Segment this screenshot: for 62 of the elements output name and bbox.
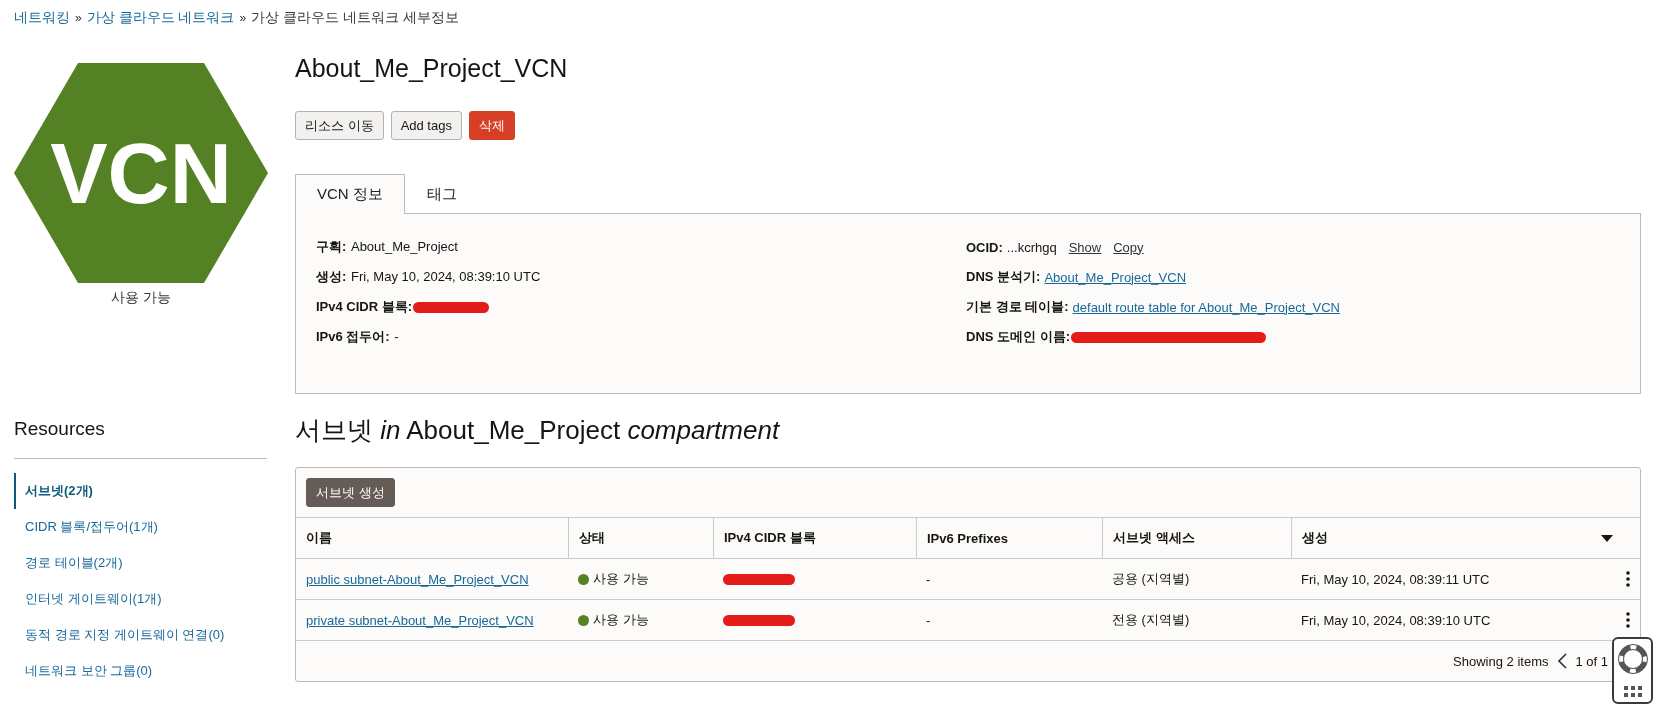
sidebar-title: Resources (14, 418, 106, 441)
tab[interactable]: VCN 정보 (295, 174, 405, 214)
field-link[interactable]: default route table for About_Me_Project_VCN (1072, 299, 1340, 315)
sidebar-item[interactable]: 동적 경로 지정 게이트웨이 연결(0) (14, 617, 225, 653)
sidebar-item[interactable]: 인터넷 게이트웨이(1개) (14, 581, 162, 617)
status-label: 사용 가능 (593, 570, 649, 588)
table-cell: 공용 (지역별) (1102, 558, 1291, 599)
column-header: IPv6 Prefixes (916, 517, 1102, 558)
ocid-link[interactable]: Copy (1113, 239, 1144, 255)
column-header: 이름 (296, 517, 568, 558)
breadcrumb-separator: » (75, 11, 82, 25)
create-subnet-button[interactable]: 서브넷 생성 (306, 478, 395, 507)
action-button[interactable]: Add tags (390, 111, 462, 140)
table-cell: Fri, May 10, 2024, 08:39:11 UTC (1301, 571, 1490, 587)
breadcrumb-separator: » (239, 11, 247, 25)
vcn-logo: VCN (14, 63, 268, 283)
status-label: 사용 가능 (593, 611, 649, 629)
ocid-link[interactable]: Show (1068, 239, 1102, 255)
sidebar-item[interactable]: 경로 테이블(2개) (14, 545, 123, 581)
caret-icon[interactable] (1601, 534, 1613, 542)
field-value: ...kcrhgq (1006, 239, 1057, 255)
subnet-link[interactable]: public subnet-About_Me_Project_VCN (306, 571, 529, 587)
table-cell: 전용 (지역별) (1102, 599, 1291, 640)
detail-text: 생성: Fri, May 10, 2024, 08:39:10 UTC (316, 268, 541, 286)
detail-text: IPv6 접두어: - (316, 328, 399, 346)
sidebar-item[interactable]: 서브넷(2개) (14, 473, 93, 509)
field-label: DNS 도메인 이름: (966, 328, 1070, 346)
grid-icon[interactable] (1622, 684, 1643, 697)
field-label: DNS 분석기: (966, 268, 1041, 286)
sidebar-item[interactable]: CIDR 블록/접두어(1개) (14, 509, 158, 545)
column-header: 상태 (568, 517, 713, 558)
breadcrumb-link[interactable]: 가상 클라우드 네트워크 (86, 9, 235, 27)
table-cell: Fri, May 10, 2024, 08:39:10 UTC (1301, 612, 1491, 628)
column-header: 생성 (1291, 517, 1640, 558)
detail-text: 구획: About_Me_Project (316, 238, 458, 256)
tab[interactable]: 태그 (404, 174, 479, 213)
previous-page-icon[interactable] (1558, 653, 1568, 669)
subnet-link[interactable]: private subnet-About_Me_Project_VCN (306, 612, 534, 628)
action-button[interactable]: 리소스 이동 (295, 111, 384, 140)
redaction-mark (723, 614, 795, 626)
sidebar-item[interactable]: 네트워크 보안 그룹(0) (14, 653, 153, 689)
column-header: 서브넷 액세스 (1102, 517, 1291, 558)
redaction-mark (723, 573, 795, 585)
kebab-menu-icon[interactable] (1626, 571, 1630, 587)
delete-button[interactable]: 삭제 (468, 111, 515, 140)
breadcrumb-current: 가상 클라우드 네트워크 세부정보 (251, 9, 459, 27)
breadcrumb-link[interactable]: 네트워킹 (14, 9, 70, 27)
section-heading: 서브넷 in About_Me_Project compartment (295, 414, 781, 447)
field-label: IPv4 CIDR 블록: (316, 298, 413, 316)
help-widget[interactable] (1612, 637, 1653, 704)
page-title: About_Me_Project_VCN (295, 53, 569, 83)
table-cell: - (916, 558, 1102, 599)
lifebuoy-icon[interactable] (1617, 644, 1648, 675)
item-count: Showing 2 items (1453, 653, 1549, 669)
table-cell: - (916, 599, 1102, 640)
field-link[interactable]: About_Me_Project_VCN (1044, 269, 1187, 285)
kebab-menu-icon[interactable] (1626, 612, 1630, 628)
status-label: 사용 가능 (111, 289, 171, 307)
column-header: IPv4 CIDR 블록 (713, 517, 916, 558)
page-indicator: 1 of 1 (1575, 653, 1608, 669)
field-label: 기본 경로 테이블: (966, 298, 1069, 316)
field-label: OCID: (966, 239, 1003, 255)
